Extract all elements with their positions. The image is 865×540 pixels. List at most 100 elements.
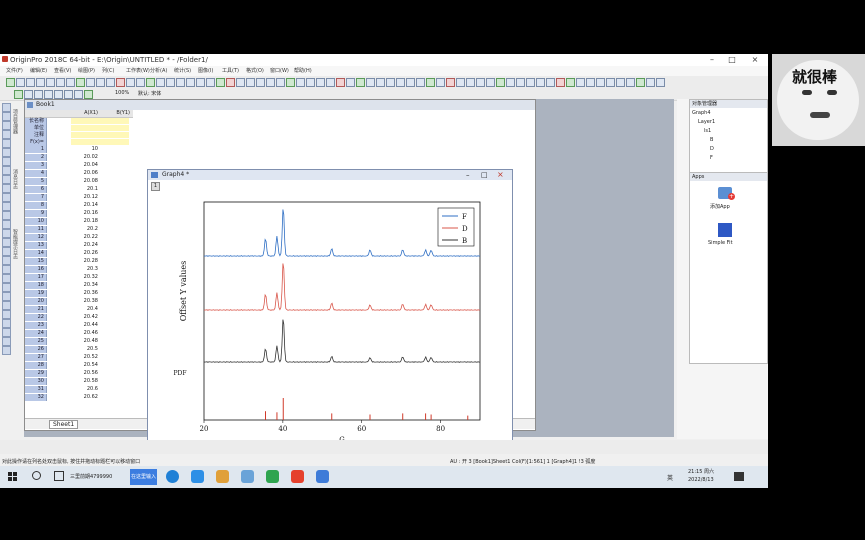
- column-header-b[interactable]: B(Y1): [100, 110, 130, 116]
- toolbar-button-icon[interactable]: [226, 78, 235, 87]
- close-button[interactable]: ×: [748, 55, 762, 65]
- row-number[interactable]: 25: [25, 338, 47, 345]
- cell-a[interactable]: 20.28: [48, 258, 98, 265]
- cell-a[interactable]: 20.04: [48, 162, 98, 169]
- row-number[interactable]: 28: [25, 362, 47, 369]
- cell-a[interactable]: 20.22: [48, 234, 98, 241]
- tool-icon[interactable]: [2, 247, 11, 256]
- menu-item-12[interactable]: 帮助(H): [294, 67, 312, 74]
- row-number[interactable]: 19: [25, 290, 47, 297]
- toolbar-button-icon[interactable]: [646, 78, 655, 87]
- xrd-plot[interactable]: 20406080GOffset Y valuesPDFFDB: [148, 190, 512, 444]
- toolbar-button-icon[interactable]: [616, 78, 625, 87]
- toolbar-button-icon[interactable]: [446, 78, 455, 87]
- graph-close-button[interactable]: ×: [497, 170, 504, 179]
- edge-icon[interactable]: [166, 470, 179, 483]
- wechat-icon[interactable]: [266, 470, 279, 483]
- menu-item-6[interactable]: 分析(A): [150, 67, 167, 74]
- toolbar-button-icon[interactable]: [436, 78, 445, 87]
- minimize-button[interactable]: –: [705, 55, 719, 65]
- toolbar-button-icon[interactable]: [316, 78, 325, 87]
- toolbar-button-icon[interactable]: [86, 78, 95, 87]
- menu-item-10[interactable]: 格式(O): [246, 67, 264, 74]
- toolbar-button-icon[interactable]: [186, 78, 195, 87]
- toolbar-button-icon[interactable]: [74, 90, 83, 99]
- meta-row-label[interactable]: 单位: [25, 125, 47, 132]
- tool-icon[interactable]: [2, 193, 11, 202]
- tool-icon[interactable]: [2, 211, 11, 220]
- tool-icon[interactable]: [2, 103, 11, 112]
- tree-item[interactable]: B: [710, 137, 713, 143]
- meta-cell[interactable]: [71, 118, 129, 124]
- toolbar-button-icon[interactable]: [116, 78, 125, 87]
- cell-a[interactable]: 20.16: [48, 210, 98, 217]
- row-number[interactable]: 26: [25, 346, 47, 353]
- tree-item[interactable]: Layer1: [698, 119, 715, 125]
- tool-icon[interactable]: [2, 220, 11, 229]
- meta-cell[interactable]: [71, 139, 129, 145]
- cell-a[interactable]: 20.36: [48, 290, 98, 297]
- toolbar-button-icon[interactable]: [516, 78, 525, 87]
- tool-icon[interactable]: [2, 139, 11, 148]
- row-number[interactable]: 32: [25, 394, 47, 401]
- toolbar-button-icon[interactable]: [566, 78, 575, 87]
- tree-item[interactable]: Graph4: [692, 110, 711, 116]
- toolbar-button-icon[interactable]: [326, 78, 335, 87]
- toolbar-button-icon[interactable]: [126, 78, 135, 87]
- cell-a[interactable]: 20.56: [48, 370, 98, 377]
- toolbar-button-icon[interactable]: [256, 78, 265, 87]
- meta-cell[interactable]: [71, 132, 129, 138]
- toolbar-button-icon[interactable]: [346, 78, 355, 87]
- zoom-select[interactable]: 100%: [115, 90, 129, 96]
- toolbar-button-icon[interactable]: [426, 78, 435, 87]
- tool-icon[interactable]: [2, 319, 11, 328]
- graph-minimize-button[interactable]: –: [466, 171, 470, 179]
- menu-item-1[interactable]: 编辑(E): [30, 67, 47, 74]
- cell-a[interactable]: 20.24: [48, 242, 98, 249]
- message-log-tab[interactable]: 消息日志: [12, 169, 19, 189]
- clock-time[interactable]: 21:15 周六: [688, 468, 714, 475]
- tool-icon[interactable]: [2, 337, 11, 346]
- toolbar-button-icon[interactable]: [196, 78, 205, 87]
- row-number[interactable]: 7: [25, 194, 47, 201]
- toolbar-button-icon[interactable]: [656, 78, 665, 87]
- cell-a[interactable]: 20.54: [48, 362, 98, 369]
- simple-fit-label[interactable]: Simple Fit: [708, 240, 733, 246]
- ime-indicator[interactable]: 英: [667, 473, 673, 482]
- menu-item-0[interactable]: 文件(F): [6, 67, 23, 74]
- meta-row-label[interactable]: 注释: [25, 132, 47, 139]
- menu-item-8[interactable]: 图像(I): [198, 67, 213, 74]
- toolbar-button-icon[interactable]: [66, 78, 75, 87]
- toolbar-button-icon[interactable]: [586, 78, 595, 87]
- tree-item[interactable]: D: [710, 146, 714, 152]
- menu-item-7[interactable]: 统计(S): [174, 67, 191, 74]
- column-header-a[interactable]: A(X1): [48, 110, 98, 116]
- taskbar-search-box[interactable]: 在这里输入: [130, 469, 157, 485]
- meta-row-label[interactable]: F(x)=: [25, 139, 47, 146]
- row-number[interactable]: 9: [25, 210, 47, 217]
- cell-a[interactable]: 20.02: [48, 154, 98, 161]
- toolbar-button-icon[interactable]: [44, 90, 53, 99]
- row-number[interactable]: 3: [25, 162, 47, 169]
- toolbar-button-icon[interactable]: [496, 78, 505, 87]
- graph-maximize-button[interactable]: □: [481, 171, 488, 179]
- tool-icon[interactable]: [2, 148, 11, 157]
- taskbar-app-label[interactable]: 三里前期4799990: [70, 473, 112, 480]
- tool-icon[interactable]: [2, 112, 11, 121]
- menu-item-11[interactable]: 窗口(W): [270, 67, 289, 74]
- tool-icon[interactable]: [2, 157, 11, 166]
- toolbar-button-icon[interactable]: [176, 78, 185, 87]
- row-number[interactable]: 30: [25, 378, 47, 385]
- toolbar-button-icon[interactable]: [276, 78, 285, 87]
- cell-a[interactable]: 20.5: [48, 346, 98, 353]
- tool-icon[interactable]: [2, 229, 11, 238]
- smart-hint-tab[interactable]: 智能提示日志: [12, 229, 19, 259]
- menu-item-3[interactable]: 绘图(P): [78, 67, 95, 74]
- cell-a[interactable]: 20.6: [48, 386, 98, 393]
- tool-icon[interactable]: [2, 256, 11, 265]
- toolbar-button-icon[interactable]: [636, 78, 645, 87]
- tool-icon[interactable]: [2, 328, 11, 337]
- edge-legacy-icon[interactable]: [191, 470, 204, 483]
- row-number[interactable]: 22: [25, 314, 47, 321]
- toolbar-button-icon[interactable]: [34, 90, 43, 99]
